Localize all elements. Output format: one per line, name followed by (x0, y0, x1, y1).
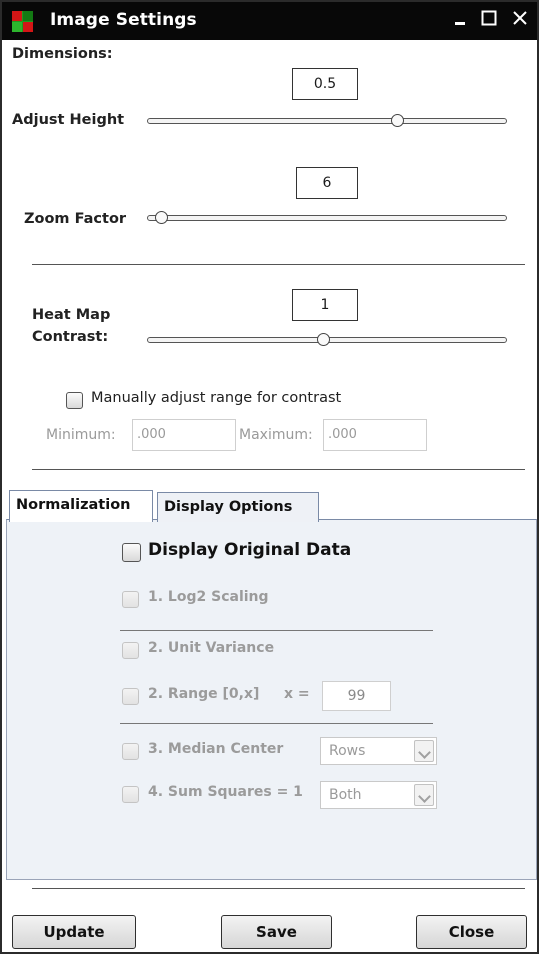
manual-range-checkbox[interactable] (66, 392, 83, 409)
unit-variance-label: 2. Unit Variance (148, 640, 275, 656)
slider-thumb[interactable] (391, 114, 405, 127)
maximize-icon[interactable] (476, 8, 502, 34)
maximum-field[interactable]: .000 (323, 419, 427, 451)
contrast-label: Contrast: (32, 329, 109, 345)
range-checkbox[interactable] (122, 688, 139, 705)
manual-range-label: Manually adjust range for contrast (91, 390, 342, 406)
median-center-label: 3. Median Center (148, 741, 284, 757)
section-divider (32, 264, 525, 265)
zoom-factor-slider[interactable] (147, 211, 507, 225)
zoom-factor-label: Zoom Factor (24, 211, 127, 227)
log2-checkbox[interactable] (122, 591, 139, 608)
chevron-down-icon[interactable] (414, 740, 434, 762)
chevron-down-icon[interactable] (414, 784, 434, 806)
heat-map-label: Heat Map (32, 307, 111, 323)
display-original-label: Display Original Data (148, 540, 352, 560)
tab-display-options[interactable]: Display Options (157, 492, 319, 522)
save-button[interactable]: Save (221, 915, 332, 949)
sum-squares-checkbox[interactable] (122, 786, 139, 803)
section-divider (32, 888, 525, 889)
log2-label: 1. Log2 Scaling (148, 589, 269, 605)
range-label: 2. Range [0,x] (148, 686, 260, 702)
unit-variance-checkbox[interactable] (122, 642, 139, 659)
window-title: Image Settings (50, 10, 197, 30)
sum-squares-value: Both (329, 787, 362, 803)
maximum-label: Maximum: (239, 427, 313, 443)
slider-track (147, 118, 507, 124)
display-original-checkbox[interactable] (122, 543, 141, 562)
option-divider (120, 723, 433, 724)
heatmap-app-icon (12, 11, 33, 32)
update-button[interactable]: Update (12, 915, 136, 949)
median-center-select[interactable]: Rows (320, 737, 437, 765)
option-divider (120, 630, 433, 631)
sum-squares-select[interactable]: Both (320, 781, 437, 809)
close-icon[interactable] (507, 8, 533, 34)
sum-squares-label: 4. Sum Squares = 1 (148, 784, 303, 800)
minimum-label: Minimum: (46, 427, 116, 443)
tab-normalization[interactable]: Normalization (9, 490, 153, 522)
range-x-label: x = (284, 686, 310, 702)
contrast-value-box[interactable]: 1 (292, 289, 358, 321)
normalization-panel (6, 519, 537, 880)
slider-thumb[interactable] (317, 333, 331, 346)
contrast-slider[interactable] (147, 333, 507, 347)
median-center-value: Rows (329, 743, 366, 759)
slider-thumb[interactable] (155, 211, 169, 224)
median-center-checkbox[interactable] (122, 743, 139, 760)
image-settings-window: Image Settings Dimensions: 0.5 Adjust He… (0, 0, 539, 954)
adjust-height-label: Adjust Height (12, 112, 125, 128)
slider-track (147, 215, 507, 221)
adjust-height-slider[interactable] (147, 114, 507, 128)
range-x-field[interactable]: 99 (322, 681, 391, 711)
dimensions-heading: Dimensions: (12, 46, 113, 62)
close-button[interactable]: Close (416, 915, 527, 949)
minimize-icon[interactable] (447, 8, 473, 34)
minimum-field[interactable]: .000 (132, 419, 236, 451)
section-divider (32, 469, 525, 470)
height-value-box[interactable]: 0.5 (292, 68, 358, 100)
zoom-value-box[interactable]: 6 (296, 167, 358, 199)
title-bar[interactable]: Image Settings (2, 2, 537, 40)
